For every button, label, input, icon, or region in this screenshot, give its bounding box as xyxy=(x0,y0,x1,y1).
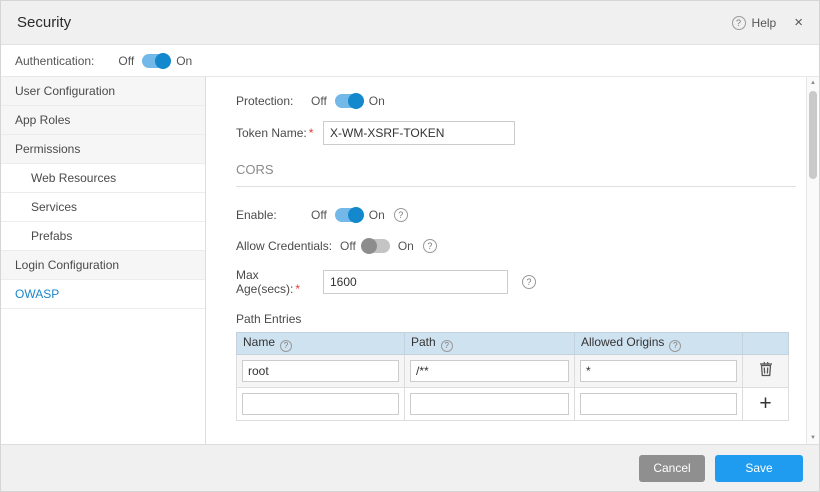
help-icon[interactable]: ? xyxy=(732,16,746,30)
toggle-knob xyxy=(348,93,364,109)
required-asterisk: * xyxy=(295,282,300,296)
cancel-button[interactable]: Cancel xyxy=(639,455,705,482)
scroll-up-icon[interactable]: ▲ xyxy=(807,77,819,89)
authentication-bar: Authentication: Off On xyxy=(1,45,819,77)
path-entry-origins-input[interactable] xyxy=(580,393,737,415)
authentication-label: Authentication: xyxy=(15,54,94,68)
add-row-icon[interactable]: + xyxy=(759,393,771,414)
dialog-body: User Configuration App Roles Permissions… xyxy=(1,77,819,444)
protection-label: Protection: xyxy=(236,94,311,108)
protection-on-label: On xyxy=(369,94,385,108)
token-name-row: Token Name:* xyxy=(236,121,796,145)
cell-path xyxy=(405,388,575,421)
cell-allowed-origins xyxy=(575,355,743,388)
column-header-label: Name xyxy=(243,335,275,349)
column-header-allowed-origins: Allowed Origins? xyxy=(575,333,743,355)
save-button[interactable]: Save xyxy=(715,455,803,482)
scroll-down-icon[interactable]: ▼ xyxy=(807,432,819,444)
help-icon[interactable]: ? xyxy=(522,275,536,289)
path-entry-origins-input[interactable] xyxy=(580,360,737,382)
dialog-header: Security ? Help × xyxy=(1,1,819,45)
authentication-off-label: Off xyxy=(118,54,134,68)
column-header-path: Path? xyxy=(405,333,575,355)
enable-off-label: Off xyxy=(311,208,327,222)
authentication-on-label: On xyxy=(176,54,192,68)
enable-toggle[interactable] xyxy=(335,208,361,222)
cell-actions: + xyxy=(743,388,789,421)
path-entry-name-input[interactable] xyxy=(242,360,399,382)
max-age-row: Max Age(secs):* ? xyxy=(236,268,796,296)
allow-credentials-row: Allow Credentials: Off On ? xyxy=(236,239,796,253)
help-link[interactable]: Help xyxy=(752,16,777,30)
delete-row-icon[interactable] xyxy=(759,361,773,377)
sidebar-item-user-configuration[interactable]: User Configuration xyxy=(1,77,205,106)
section-divider xyxy=(236,186,796,187)
help-icon[interactable]: ? xyxy=(394,208,408,222)
table-header-row: Name? Path? Allowed Origins? xyxy=(237,333,789,355)
column-header-label: Path xyxy=(411,335,436,349)
protection-off-label: Off xyxy=(311,94,327,108)
column-header-label: Allowed Origins xyxy=(581,335,664,349)
enable-on-label: On xyxy=(369,208,385,222)
toggle-knob xyxy=(348,207,364,223)
scrollbar-track[interactable] xyxy=(807,89,819,432)
cell-name xyxy=(237,388,405,421)
path-entries-label: Path Entries xyxy=(236,312,796,326)
cell-allowed-origins xyxy=(575,388,743,421)
cors-enable-row: Enable: Off On ? xyxy=(236,208,796,222)
column-header-name: Name? xyxy=(237,333,405,355)
cell-actions xyxy=(743,355,789,388)
allow-credentials-label: Allow Credentials: xyxy=(236,239,332,253)
sidebar-item-owasp[interactable]: OWASP xyxy=(1,280,205,309)
enable-label: Enable: xyxy=(236,208,311,222)
sidebar-item-app-roles[interactable]: App Roles xyxy=(1,106,205,135)
protection-row: Protection: Off On xyxy=(236,94,796,108)
table-row: + xyxy=(237,388,789,421)
path-entry-path-input[interactable] xyxy=(410,393,569,415)
required-asterisk: * xyxy=(309,126,314,140)
sidebar: User Configuration App Roles Permissions… xyxy=(1,77,206,444)
toggle-knob xyxy=(155,53,171,69)
path-entries-table: Name? Path? Allowed Origins? xyxy=(236,332,789,421)
table-row xyxy=(237,355,789,388)
allow-credentials-toggle[interactable] xyxy=(364,239,390,253)
dialog-footer: Cancel Save xyxy=(1,444,819,491)
toggle-knob xyxy=(361,238,377,254)
allow-credentials-on-label: On xyxy=(398,239,414,253)
sidebar-item-services[interactable]: Services xyxy=(1,193,205,222)
max-age-label-text: Max Age(secs): xyxy=(236,268,293,296)
sidebar-item-prefabs[interactable]: Prefabs xyxy=(1,222,205,251)
cell-path xyxy=(405,355,575,388)
token-name-input[interactable] xyxy=(323,121,515,145)
page-title: Security xyxy=(17,14,71,31)
help-icon[interactable]: ? xyxy=(280,340,292,352)
help-icon[interactable]: ? xyxy=(441,340,453,352)
sidebar-item-login-configuration[interactable]: Login Configuration xyxy=(1,251,205,280)
help-icon[interactable]: ? xyxy=(669,340,681,352)
owasp-panel: Protection: Off On Token Name:* CORS Ena… xyxy=(206,77,806,444)
cell-name xyxy=(237,355,405,388)
path-entry-path-input[interactable] xyxy=(410,360,569,382)
protection-toggle[interactable] xyxy=(335,94,361,108)
close-icon[interactable]: × xyxy=(794,14,803,31)
scrollbar-thumb[interactable] xyxy=(809,91,817,179)
security-dialog: Security ? Help × Authentication: Off On… xyxy=(0,0,820,492)
authentication-toggle[interactable] xyxy=(142,54,168,68)
token-name-label-text: Token Name: xyxy=(236,126,307,140)
allow-credentials-off-label: Off xyxy=(340,239,356,253)
cors-section-title: CORS xyxy=(236,162,796,177)
sidebar-item-web-resources[interactable]: Web Resources xyxy=(1,164,205,193)
sidebar-item-permissions[interactable]: Permissions xyxy=(1,135,205,164)
token-name-label: Token Name:* xyxy=(236,126,323,140)
help-icon[interactable]: ? xyxy=(423,239,437,253)
column-header-actions xyxy=(743,333,789,355)
vertical-scrollbar[interactable]: ▲ ▼ xyxy=(806,77,819,444)
max-age-input[interactable] xyxy=(323,270,508,294)
max-age-label: Max Age(secs):* xyxy=(236,268,323,296)
path-entry-name-input[interactable] xyxy=(242,393,399,415)
header-actions: ? Help × xyxy=(732,14,803,31)
